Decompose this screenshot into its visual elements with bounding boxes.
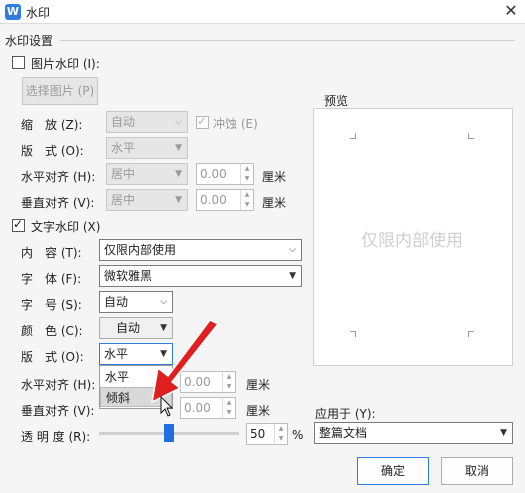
picture-halign-value: 居中 (111, 167, 136, 181)
text-watermark-label: 文字水印 (X) (31, 220, 101, 234)
preview-watermark-text: 仅限内部使用 (361, 231, 463, 251)
triangle-down-icon: ▼ (175, 143, 182, 153)
apply-to-label: 应用于 (Y): (315, 407, 376, 421)
size-value: 自动 (104, 295, 129, 309)
triangle-down-icon: ▼ (175, 195, 182, 205)
picture-halign-offset-value: 0.00 (200, 167, 227, 181)
title-bar (0, 0, 525, 24)
preview-panel: 仅限内部使用 (313, 108, 513, 366)
transparency-unit: % (292, 428, 304, 442)
triangle-down-icon: ▼ (175, 169, 182, 179)
section-divider (60, 40, 515, 41)
transparency-value: 50 (250, 427, 266, 441)
mouse-cursor-icon (160, 396, 174, 417)
content-select[interactable]: 仅限内部使用 ⌵ (99, 239, 302, 261)
text-watermark-checkbox[interactable] (12, 217, 25, 232)
margin-corner-mark (350, 133, 356, 139)
picture-valign-offset-value: 0.00 (200, 193, 227, 207)
select-picture-button[interactable]: 选择图片 (P) (22, 77, 98, 105)
chevron-down-icon: ⌵ (175, 117, 182, 127)
spin-down-icon[interactable]: ▼ (240, 174, 253, 184)
picture-valign-unit: 厘米 (262, 196, 287, 210)
preview-label: 预览 (324, 94, 349, 108)
text-layout-label: 版 式 (O): (21, 350, 84, 364)
section-title: 水印设置 (5, 34, 54, 48)
scale-label: 缩 放 (Z): (21, 118, 83, 132)
transparency-input[interactable]: 50 ▲ ▼ (246, 423, 288, 445)
picture-halign-select[interactable]: 居中 ▼ (106, 163, 188, 185)
color-label: 颜 色 (C): (21, 324, 83, 338)
font-select[interactable]: 微软雅黑 ▼ (99, 265, 302, 287)
picture-watermark-checkbox[interactable] (12, 56, 25, 69)
spin-down-icon[interactable]: ▼ (240, 200, 253, 210)
picture-valign-offset-input[interactable]: 0.00 ▲ ▼ (196, 189, 254, 211)
text-halign-label: 水平对齐 (H): (21, 378, 96, 392)
color-value: 自动 (116, 321, 141, 335)
chevron-down-icon: ⌵ (289, 245, 296, 255)
picture-halign-offset-input[interactable]: 0.00 ▲ ▼ (196, 163, 254, 185)
picture-layout-select[interactable]: 水平 ▼ (106, 137, 188, 159)
text-valign-unit: 厘米 (246, 404, 271, 418)
font-label: 字 体 (F): (21, 272, 82, 286)
picture-valign-label: 垂直对齐 (V): (21, 196, 95, 210)
picture-halign-label: 水平对齐 (H): (21, 170, 96, 184)
spin-up-icon[interactable]: ▲ (240, 190, 253, 200)
picture-layout-label: 版 式 (O): (21, 144, 84, 158)
content-value: 仅限内部使用 (104, 243, 177, 257)
scale-select[interactable]: 自动 ⌵ (106, 111, 188, 133)
picture-watermark-label: 图片水印 (I): (31, 57, 100, 71)
ok-button[interactable]: 确定 (357, 457, 429, 485)
triangle-down-icon: ▼ (289, 271, 296, 281)
washout-label: 冲蚀 (E) (213, 117, 258, 131)
content-label: 内 容 (T): (21, 246, 82, 260)
text-valign-label: 垂直对齐 (V): (21, 404, 95, 418)
picture-halign-unit: 厘米 (262, 170, 287, 184)
washout-checkbox[interactable] (196, 114, 209, 129)
apply-to-select[interactable]: 整篇文档 ▼ (314, 422, 513, 444)
picture-valign-value: 居中 (111, 193, 136, 207)
spin-down-icon[interactable]: ▼ (274, 434, 287, 444)
chevron-down-icon: ⌵ (160, 297, 167, 307)
transparency-label: 透 明 度 (R): (21, 430, 91, 444)
apply-to-value: 整篇文档 (319, 426, 368, 440)
picture-layout-value: 水平 (111, 141, 136, 155)
triangle-down-icon: ▼ (500, 428, 507, 438)
picture-valign-select[interactable]: 居中 ▼ (106, 189, 188, 211)
spin-up-icon[interactable]: ▲ (274, 424, 287, 434)
size-label: 字 号 (S): (21, 298, 82, 312)
close-icon[interactable]: ✕ (500, 1, 522, 21)
scale-value: 自动 (111, 115, 136, 129)
margin-corner-mark (468, 133, 474, 139)
size-select[interactable]: 自动 ⌵ (99, 291, 173, 313)
cancel-button[interactable]: 取消 (441, 457, 513, 485)
font-value: 微软雅黑 (104, 269, 153, 283)
transparency-slider-thumb[interactable] (164, 424, 174, 442)
wps-app-icon: W (5, 4, 21, 20)
text-layout-value: 水平 (104, 347, 129, 361)
text-halign-unit: 厘米 (246, 378, 271, 392)
margin-corner-mark (350, 331, 356, 337)
window-title: 水印 (26, 6, 51, 20)
spin-up-icon[interactable]: ▲ (240, 164, 253, 174)
margin-corner-mark (468, 331, 474, 337)
